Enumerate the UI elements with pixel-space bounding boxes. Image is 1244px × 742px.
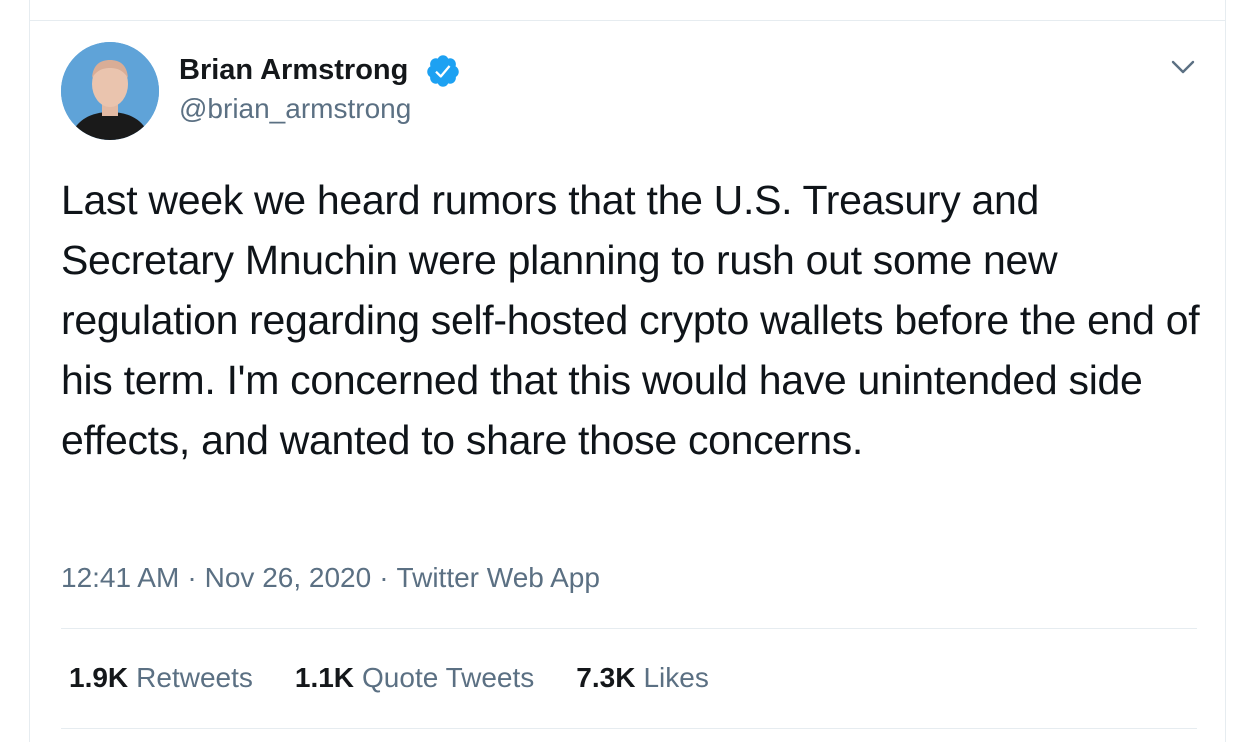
likes-count: 7.3K	[576, 662, 636, 693]
tweet-card: Brian Armstrong @brian_armstrong Last we…	[29, 0, 1226, 742]
meta-separator: ·	[187, 562, 197, 593]
meta-separator: ·	[379, 562, 389, 593]
author-name[interactable]: Brian Armstrong	[179, 52, 408, 88]
avatar-image	[61, 42, 159, 140]
tweet-stats: 1.9K Retweets 1.1K Quote Tweets 7.3K Likes	[69, 660, 751, 696]
verified-badge-icon	[427, 55, 459, 87]
quote-tweets-count: 1.1K	[294, 662, 355, 693]
tweet-source-link[interactable]: Twitter Web App	[397, 562, 600, 593]
tweet-date[interactable]: Nov 26, 2020	[205, 562, 372, 593]
retweets-count: 1.9K	[69, 662, 129, 693]
author-handle[interactable]: @brian_armstrong	[179, 91, 411, 127]
likes-label: Likes	[643, 662, 709, 693]
tweet-text: Last week we heard rumors that the U.S. …	[61, 177, 1200, 463]
quote-tweets-stat[interactable]: 1.1K Quote Tweets	[295, 660, 534, 696]
chevron-down-icon[interactable]	[1168, 52, 1198, 82]
top-divider	[30, 20, 1225, 21]
retweets-label: Retweets	[136, 662, 253, 693]
quote-tweets-label: Quote Tweets	[362, 662, 535, 693]
avatar[interactable]	[61, 42, 159, 140]
tweet-meta: 12:41 AM · Nov 26, 2020 · Twitter Web App	[61, 560, 600, 596]
likes-stat[interactable]: 7.3K Likes	[576, 660, 709, 696]
stats-divider	[61, 628, 1197, 629]
retweets-stat[interactable]: 1.9K Retweets	[69, 660, 253, 696]
tweet-time[interactable]: 12:41 AM	[61, 562, 179, 593]
bottom-divider	[61, 728, 1197, 729]
